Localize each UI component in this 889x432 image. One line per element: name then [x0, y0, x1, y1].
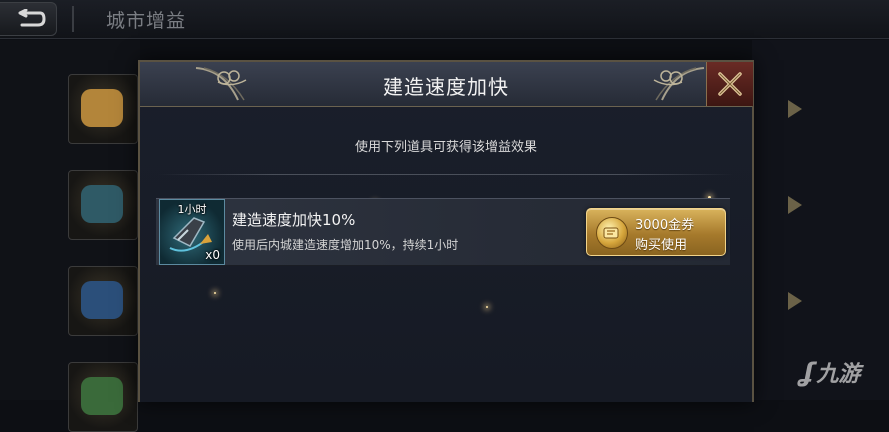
sparkle-decoration: [214, 292, 216, 294]
item-row: 1小时 x0 建造速度加快10% 使用后内城建造速度增加10%，持续1小时 30…: [156, 198, 730, 266]
nine-game-logo-icon: ʆ: [800, 358, 815, 388]
back-button[interactable]: [0, 2, 57, 36]
item-count: x0: [205, 248, 220, 262]
divider: [158, 174, 734, 175]
buy-button-label: 购买使用: [635, 238, 688, 253]
top-bar: 城市增益: [0, 0, 889, 39]
back-arrow-icon: [18, 9, 46, 27]
buff-slot[interactable]: [68, 170, 138, 240]
watermark-logo: ʆ九游: [800, 356, 860, 388]
watermark-text: 九游: [816, 362, 861, 387]
buff-slot[interactable]: [68, 266, 138, 336]
buff-slot[interactable]: [68, 362, 138, 432]
buff-dialog: 建造速度加快 使用下列道具可获得该增益效果 1小时 x0 建造速度加快10% 使…: [138, 60, 754, 402]
item-name: 建造速度加快10%: [232, 211, 356, 229]
item-icon[interactable]: 1小时 x0: [159, 199, 225, 265]
close-icon: [718, 72, 742, 96]
buy-and-use-button[interactable]: 3000金券 购买使用: [586, 208, 726, 256]
item-duration: 1小时: [177, 203, 207, 216]
chevron-right-icon[interactable]: [788, 100, 802, 118]
chevron-right-icon[interactable]: [788, 196, 802, 214]
dialog-header: 建造速度加快: [140, 62, 753, 107]
sparkle-decoration: [486, 306, 488, 308]
buff-slot[interactable]: [68, 74, 138, 144]
item-price: 3000金券: [635, 218, 695, 233]
cloud-ornament-icon: [653, 67, 705, 101]
close-button[interactable]: [706, 62, 753, 106]
top-divider: [72, 6, 74, 32]
screen-title: 城市增益: [106, 10, 187, 32]
dialog-subtitle: 使用下列道具可获得该增益效果: [354, 140, 537, 155]
chevron-right-icon[interactable]: [788, 292, 802, 310]
item-description: 使用后内城建造速度增加10%，持续1小时: [232, 238, 459, 252]
buff-list-right-background: [752, 40, 889, 400]
gold-coupon-icon: [596, 217, 628, 249]
